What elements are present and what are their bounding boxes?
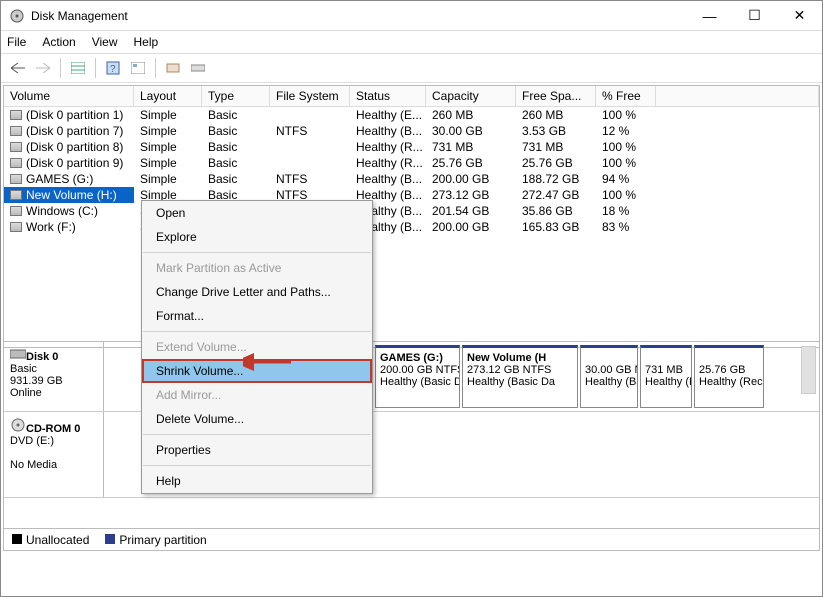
ctx-help[interactable]: Help bbox=[142, 469, 372, 493]
col-0[interactable]: Volume bbox=[4, 86, 134, 107]
disk-label[interactable]: CD-ROM 0DVD (E:)No Media bbox=[4, 412, 104, 497]
ctx-delete[interactable]: Delete Volume... bbox=[142, 407, 372, 431]
action-icon-2[interactable] bbox=[187, 57, 209, 79]
col-7[interactable]: % Free bbox=[596, 86, 656, 107]
menu-help[interactable]: Help bbox=[134, 35, 159, 49]
disk-panel: Disk 0Basic931.39 GBOnline GAMES (G:)200.… bbox=[3, 341, 820, 551]
table-header: VolumeLayoutTypeFile SystemStatusCapacit… bbox=[4, 86, 819, 107]
partition[interactable]: 731 MBHealthy (Rec bbox=[640, 345, 692, 408]
ctx-mirror: Add Mirror... bbox=[142, 383, 372, 407]
forward-button[interactable] bbox=[32, 57, 54, 79]
close-button[interactable]: ✕ bbox=[777, 2, 822, 30]
menubar: File Action View Help bbox=[1, 31, 822, 53]
legend-unallocated: Unallocated bbox=[26, 533, 89, 547]
col-4[interactable]: Status bbox=[350, 86, 426, 107]
disk-row: CD-ROM 0DVD (E:)No Media bbox=[4, 412, 819, 498]
table-row[interactable]: (Disk 0 partition 7)SimpleBasicNTFSHealt… bbox=[4, 123, 819, 139]
legend-primary: Primary partition bbox=[119, 533, 206, 547]
disk-label[interactable]: Disk 0Basic931.39 GBOnline bbox=[4, 342, 104, 411]
help-icon[interactable]: ? bbox=[102, 57, 124, 79]
ctx-change-letter[interactable]: Change Drive Letter and Paths... bbox=[142, 280, 372, 304]
back-button[interactable] bbox=[7, 57, 29, 79]
col-2[interactable]: Type bbox=[202, 86, 270, 107]
table-row[interactable]: Work (F:)SimpleBasicNTFSHealthy (B...200… bbox=[4, 219, 819, 235]
action-icon-1[interactable] bbox=[162, 57, 184, 79]
table-row[interactable]: GAMES (G:)SimpleBasicNTFSHealthy (B...20… bbox=[4, 171, 819, 187]
volume-icon bbox=[10, 206, 22, 216]
volume-icon bbox=[10, 142, 22, 152]
annotation-arrow bbox=[243, 351, 293, 378]
disk-row: Disk 0Basic931.39 GBOnline GAMES (G:)200.… bbox=[4, 342, 819, 412]
partition[interactable]: 30.00 GB NTFSHealthy (Basic bbox=[580, 345, 638, 408]
table-row[interactable]: (Disk 0 partition 1)SimpleBasicHealthy (… bbox=[4, 107, 819, 123]
table-row[interactable]: (Disk 0 partition 8)SimpleBasicHealthy (… bbox=[4, 139, 819, 155]
volume-icon bbox=[10, 158, 22, 168]
col-1[interactable]: Layout bbox=[134, 86, 202, 107]
legend: Unallocated Primary partition bbox=[4, 528, 819, 550]
window-title: Disk Management bbox=[31, 9, 687, 23]
view-icon[interactable] bbox=[127, 57, 149, 79]
svg-text:?: ? bbox=[110, 64, 116, 75]
menu-action[interactable]: Action bbox=[42, 35, 75, 49]
ctx-open[interactable]: Open bbox=[142, 201, 372, 225]
col-6[interactable]: Free Spa... bbox=[516, 86, 596, 107]
table-view-icon[interactable] bbox=[67, 57, 89, 79]
volume-icon bbox=[10, 110, 22, 120]
menu-view[interactable]: View bbox=[92, 35, 118, 49]
minimize-button[interactable]: — bbox=[687, 2, 732, 30]
table-row[interactable]: Windows (C:)SimpleBasicNTFSHealthy (B...… bbox=[4, 203, 819, 219]
ctx-explore[interactable]: Explore bbox=[142, 225, 372, 249]
disk-scrollbar[interactable] bbox=[801, 346, 816, 394]
col-3[interactable]: File System bbox=[270, 86, 350, 107]
volume-icon bbox=[10, 174, 22, 184]
table-row[interactable]: New Volume (H:)SimpleBasicNTFSHealthy (B… bbox=[4, 187, 819, 203]
partition[interactable]: New Volume (H273.12 GB NTFSHealthy (Basi… bbox=[462, 345, 578, 408]
disk-mgmt-icon bbox=[9, 8, 25, 24]
volume-table: VolumeLayoutTypeFile SystemStatusCapacit… bbox=[3, 85, 820, 348]
partition[interactable]: 25.76 GBHealthy (Reco bbox=[694, 345, 764, 408]
volume-icon bbox=[10, 126, 22, 136]
volume-icon bbox=[10, 190, 22, 200]
volume-icon bbox=[10, 222, 22, 232]
table-row[interactable]: (Disk 0 partition 9)SimpleBasicHealthy (… bbox=[4, 155, 819, 171]
menu-file[interactable]: File bbox=[7, 35, 26, 49]
maximize-button[interactable]: ☐ bbox=[732, 2, 777, 30]
col-5[interactable]: Capacity bbox=[426, 86, 516, 107]
col-8[interactable] bbox=[656, 86, 819, 107]
ctx-mark-active: Mark Partition as Active bbox=[142, 256, 372, 280]
toolbar: ? bbox=[1, 53, 822, 83]
ctx-format[interactable]: Format... bbox=[142, 304, 372, 328]
ctx-properties[interactable]: Properties bbox=[142, 438, 372, 462]
titlebar: Disk Management — ☐ ✕ bbox=[1, 1, 822, 31]
partition[interactable]: GAMES (G:)200.00 GB NTFSHealthy (Basic D bbox=[375, 345, 460, 408]
context-menu: Open Explore Mark Partition as Active Ch… bbox=[141, 200, 373, 494]
